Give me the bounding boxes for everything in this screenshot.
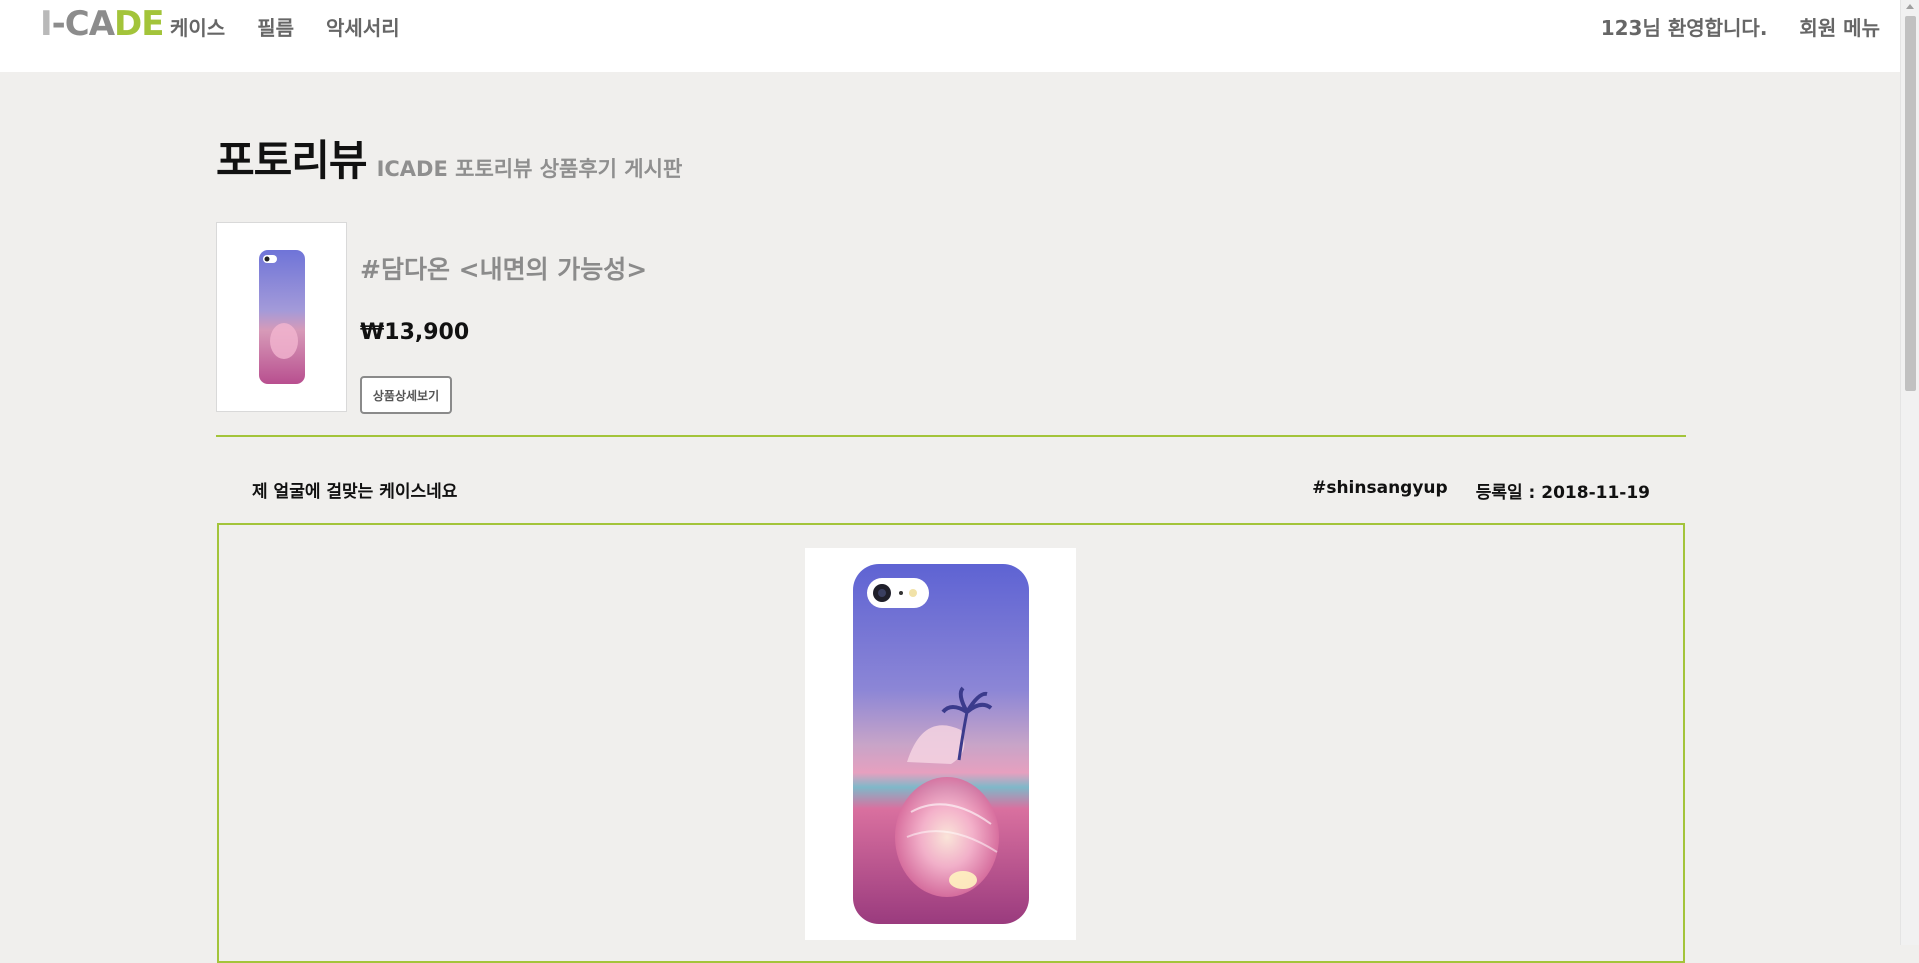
phone-case-thumbnail-image (258, 250, 305, 384)
nav-item-accessory[interactable]: 악세서리 (326, 12, 400, 41)
scroll-up-arrow-icon[interactable] (1906, 4, 1914, 9)
main-nav: 케이스 필름 악세서리 (170, 12, 400, 41)
review-title: 제 얼굴에 걸맞는 케이스네요 (252, 482, 458, 502)
page-title: 포토리뷰 (216, 136, 368, 185)
product-name[interactable]: #담다온 <내면의 가능성> (360, 250, 647, 286)
logo-part-3: DE (114, 4, 164, 44)
review-photo[interactable] (805, 548, 1076, 940)
review-date: 등록일 : 2018-11-19 (1475, 483, 1650, 503)
product-detail-button[interactable]: 상품상세보기 (360, 376, 452, 414)
page-subtitle: ICADE 포토리뷰 상품후기 게시판 (376, 157, 683, 181)
user-area: 123님 환영합니다. 회원 메뉴 (1601, 12, 1880, 41)
product-thumbnail[interactable] (216, 222, 347, 412)
phone-case-photo-image (852, 564, 1029, 924)
nav-item-film[interactable]: 필름 (257, 12, 294, 41)
review-meta: #shinsangyup 등록일 : 2018-11-19 (1312, 478, 1650, 503)
member-menu-link[interactable]: 회원 메뉴 (1799, 12, 1880, 41)
nav-item-case[interactable]: 케이스 (170, 12, 225, 41)
scrollbar-thumb[interactable] (1905, 16, 1916, 391)
page-scrollbar[interactable] (1900, 0, 1919, 945)
section-divider (216, 435, 1686, 437)
review-author: #shinsangyup (1312, 478, 1448, 498)
welcome-text: 123님 환영합니다. (1600, 16, 1768, 40)
top-header: I -CA DE 케이스 필름 악세서리 123님 환영합니다. 회원 메뉴 (0, 0, 1900, 72)
page-title-block: 포토리뷰 ICADE 포토리뷰 상품후기 게시판 (216, 140, 682, 182)
logo-part-1: I (40, 4, 53, 44)
logo-part-2: -CA (51, 4, 115, 44)
review-body (217, 523, 1685, 963)
product-price: ₩13,900 (360, 320, 470, 345)
site-logo[interactable]: I -CA DE (40, 4, 165, 44)
